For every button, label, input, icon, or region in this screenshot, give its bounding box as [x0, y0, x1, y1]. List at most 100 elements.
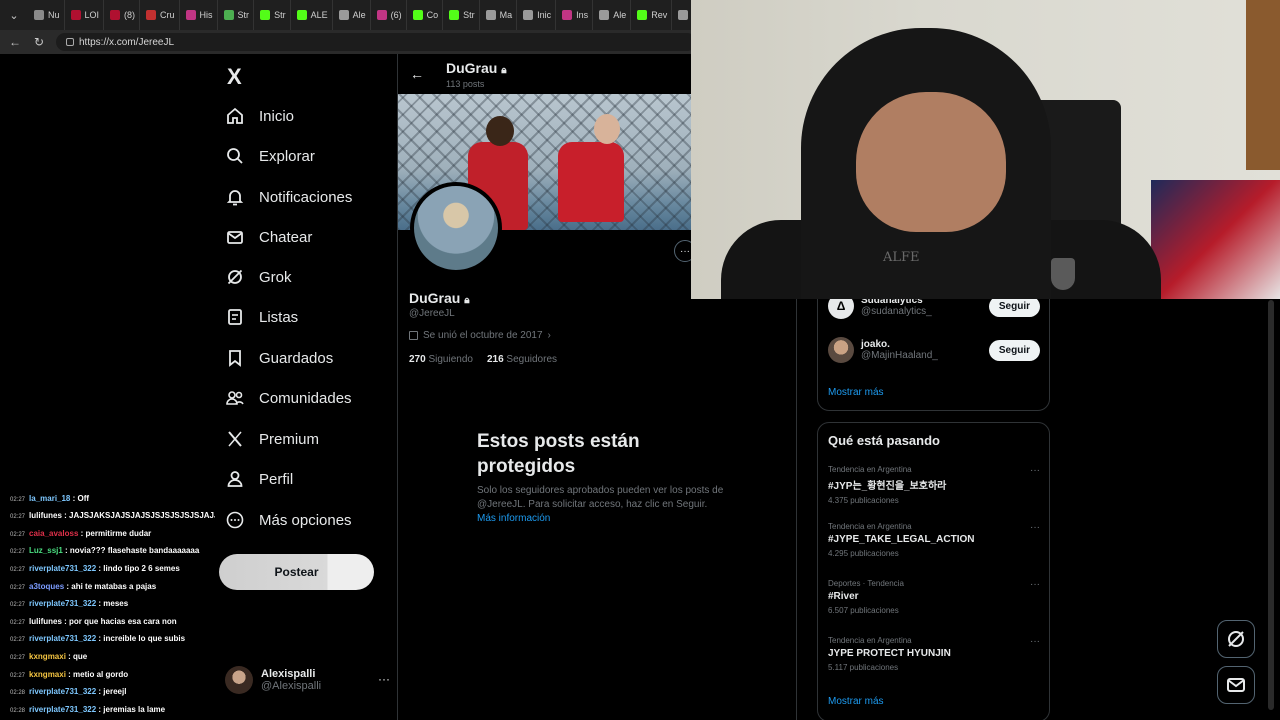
- chat-username[interactable]: riverplate731_322: [29, 634, 96, 643]
- sidebar-item-listas[interactable]: Listas: [225, 307, 298, 327]
- chat-username[interactable]: riverplate731_322: [29, 599, 96, 608]
- followers-link[interactable]: 216 Seguidores: [487, 354, 557, 365]
- sidebar-item-label: Grok: [259, 268, 292, 286]
- follow-button[interactable]: Seguir: [988, 296, 1040, 317]
- sidebar-item-premium[interactable]: Premium: [225, 429, 319, 449]
- tab-favicon-icon: [599, 10, 610, 20]
- trend-context: Tendencia en Argentina: [828, 465, 912, 474]
- browser-tab[interactable]: (8): [104, 0, 141, 30]
- tab-favicon-icon: [562, 10, 573, 20]
- x-logo[interactable]: X: [227, 64, 242, 90]
- browser-tab[interactable]: Ale: [593, 0, 632, 30]
- header-post-count: 113 posts: [446, 79, 485, 89]
- address-bar[interactable]: https://x.com/JereeJL: [56, 33, 696, 51]
- chat-timestamp: 02:27: [10, 531, 26, 538]
- tab-favicon-icon: [223, 10, 234, 20]
- trend-more-icon[interactable]: ···: [1030, 579, 1040, 590]
- chat-timestamp: 02:27: [10, 549, 26, 556]
- browser-tab[interactable]: His: [180, 0, 218, 30]
- following-link[interactable]: 270 Siguiendo: [409, 354, 473, 365]
- chat-message: [10, 475, 215, 491]
- browser-tab[interactable]: Ma: [480, 0, 518, 30]
- back-arrow-icon[interactable]: ←: [8, 35, 22, 49]
- profile-handle: @JereeJL: [409, 308, 455, 319]
- account-switcher[interactable]: Alexispalli @Alexispalli ···: [225, 666, 390, 694]
- messages-fab[interactable]: [1217, 666, 1255, 704]
- account-more-icon[interactable]: ···: [378, 672, 390, 686]
- profile-joined: Se unió el octubre de 2017 ›: [409, 330, 551, 341]
- trends-more-link[interactable]: Mostrar más: [828, 696, 884, 707]
- browser-tab[interactable]: Str: [218, 0, 255, 30]
- chat-username[interactable]: riverplate731_322: [29, 687, 96, 696]
- chat-username[interactable]: kxngmaxi: [29, 652, 66, 661]
- browser-tab[interactable]: Str: [254, 0, 291, 30]
- browser-tab[interactable]: Co: [407, 0, 444, 30]
- chat-username[interactable]: riverplate731_322: [29, 564, 96, 573]
- browser-tab[interactable]: Ins: [556, 0, 594, 30]
- chat-username[interactable]: kxngmaxi: [29, 670, 66, 679]
- profile-avatar[interactable]: [410, 182, 502, 274]
- browser-tab[interactable]: Cru: [140, 0, 180, 30]
- sidebar-item-grok[interactable]: Grok: [225, 267, 292, 287]
- chat-text: ahi te matabas a pajas: [71, 581, 157, 591]
- sidebar-item-guardados[interactable]: Guardados: [225, 348, 333, 368]
- grok-fab[interactable]: [1217, 620, 1255, 658]
- trend-more-icon[interactable]: ···: [1030, 465, 1040, 476]
- chat-username[interactable]: caia_avaloss: [29, 529, 78, 538]
- chevron-right-icon[interactable]: ›: [548, 330, 551, 341]
- x-icon: [225, 429, 245, 449]
- trend-context: Deportes · Tendencia: [828, 579, 904, 588]
- tab-list-chevron-icon[interactable]: ⌄: [0, 9, 28, 22]
- browser-tab[interactable]: Rev: [631, 0, 673, 30]
- tab-title: His: [199, 10, 213, 20]
- suggested-handle: @MajinHaaland_: [861, 350, 938, 361]
- trend-item[interactable]: Tendencia en Argentina JYPE PROTECT HYUN…: [828, 636, 1040, 672]
- chat-username[interactable]: riverplate731_322: [29, 705, 96, 714]
- sidebar-item-perfil[interactable]: Perfil: [225, 469, 293, 489]
- list-icon: [225, 307, 245, 327]
- bell-icon: [225, 187, 245, 207]
- chat-username[interactable]: lulifunes: [29, 511, 62, 520]
- chat-timestamp: 02:27: [10, 584, 26, 591]
- chat-username[interactable]: a3toques: [29, 582, 64, 591]
- trend-more-icon[interactable]: ···: [1030, 636, 1040, 647]
- reload-icon[interactable]: ↻: [32, 35, 46, 49]
- follow-button[interactable]: Seguir: [988, 340, 1040, 361]
- chat-message: 02:27 Luz_ssj1 : novia??? flasehaste band…: [10, 546, 200, 556]
- browser-tab[interactable]: LOI: [65, 0, 105, 30]
- trend-item[interactable]: Tendencia en Argentina #JYP는_황현진을_보호하라 4…: [828, 465, 1040, 505]
- trend-item[interactable]: Tendencia en Argentina #JYPE_TAKE_LEGAL_…: [828, 522, 1040, 558]
- browser-tab[interactable]: Ale: [333, 0, 371, 30]
- chat-timestamp: 02:28: [10, 690, 26, 697]
- sidebar-item-label: Comunidades: [259, 389, 352, 407]
- sidebar-item-m-s-opciones[interactable]: Más opciones: [225, 510, 352, 530]
- sidebar-item-label: Guardados: [259, 349, 334, 367]
- tab-title: Ale: [613, 10, 627, 20]
- chat-username[interactable]: Luz_ssj1: [29, 546, 63, 555]
- post-button[interactable]: Postear: [219, 554, 374, 590]
- chat-username[interactable]: la_mari_18: [29, 494, 70, 503]
- learn-more-link[interactable]: Más información: [477, 513, 550, 524]
- sidebar-item-inicio[interactable]: Inicio: [225, 106, 294, 126]
- chat-text: Off: [77, 493, 90, 503]
- trend-more-icon[interactable]: ···: [1030, 522, 1040, 533]
- sidebar-item-notificaciones[interactable]: Notificaciones: [225, 187, 352, 207]
- back-arrow-icon[interactable]: ←: [410, 66, 424, 82]
- trend-item[interactable]: Deportes · Tendencia #River 6.507 public…: [828, 579, 1040, 615]
- scrollbar[interactable]: [1268, 300, 1274, 710]
- sidebar-item-chatear[interactable]: Chatear: [225, 227, 312, 247]
- browser-tab[interactable]: Nu: [28, 0, 65, 30]
- trend-count: 4.295 publicaciones: [828, 549, 899, 558]
- browser-tab[interactable]: Inic: [517, 0, 557, 30]
- grok-icon: [1228, 631, 1244, 647]
- sidebar-item-comunidades[interactable]: Comunidades: [225, 388, 352, 408]
- site-info-icon[interactable]: [66, 38, 74, 46]
- browser-tab[interactable]: Str: [443, 0, 480, 30]
- chat-text: permitirme dudar: [85, 528, 152, 538]
- browser-tab[interactable]: (6): [371, 0, 407, 30]
- who-to-follow-more-link[interactable]: Mostrar más: [828, 387, 884, 398]
- chat-username[interactable]: lulifunes: [29, 617, 62, 626]
- who-to-follow-item[interactable]: joako. @MajinHaaland_ Seguir: [828, 337, 1040, 363]
- sidebar-item-explorar[interactable]: Explorar: [225, 146, 315, 166]
- browser-tab[interactable]: ALE: [291, 0, 333, 30]
